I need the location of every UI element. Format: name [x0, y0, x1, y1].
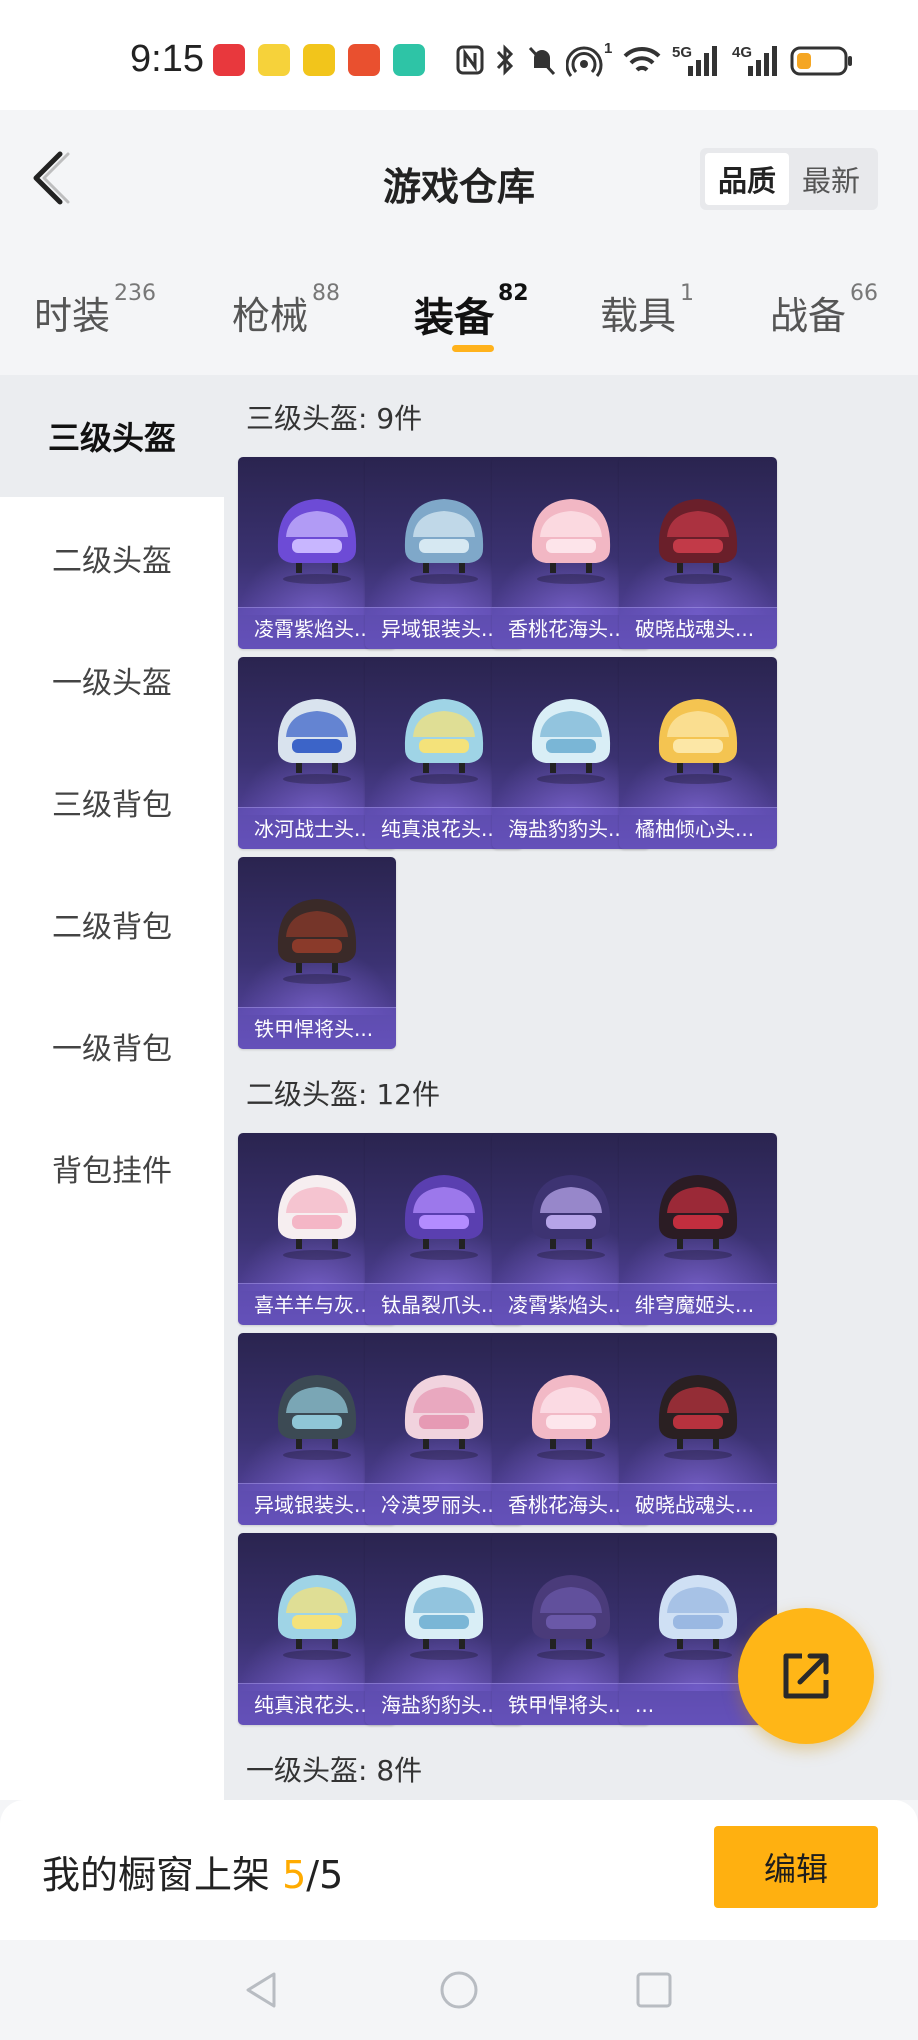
showcase-label: 我的橱窗上架	[42, 1853, 271, 1897]
helmet-icon	[658, 699, 738, 784]
helmet-icon	[531, 1175, 611, 1260]
edit-button[interactable]: 编辑	[714, 1826, 878, 1908]
helmet-icon	[277, 1175, 357, 1260]
system-nav-bar	[0, 1940, 918, 2040]
nav-back-icon[interactable]	[240, 1968, 284, 2012]
sidebar-item-level3-helmet[interactable]: 三级头盔	[0, 375, 224, 497]
helmet-icon	[277, 899, 357, 984]
tab-label: 时装	[34, 294, 111, 338]
signal-4g-icon	[748, 46, 777, 76]
section-title: 三级头盔: 9件	[246, 402, 423, 435]
battery-icon	[790, 46, 852, 76]
category-tabs: 时装236 枪械88 装备82 载具1 战备66	[0, 245, 918, 375]
item-card[interactable]: 橘柚倾心头...	[619, 657, 777, 849]
item-card[interactable]: 铁甲悍将头...	[238, 857, 396, 1049]
status-time: 9:15	[130, 38, 204, 80]
sidebar-item-level3-backpack[interactable]: 三级背包	[0, 741, 224, 863]
helmet-icon	[404, 1575, 484, 1660]
helmet-icon	[277, 1375, 357, 1460]
nav-recents-icon[interactable]	[632, 1968, 676, 2012]
hotspot-icon	[566, 46, 603, 77]
item-name: 破晓战魂头...	[619, 607, 777, 649]
helmet-icon	[404, 1175, 484, 1260]
tab-combat-gear[interactable]: 战备66	[770, 281, 878, 345]
nfc-icon	[456, 45, 484, 75]
helmet-icon	[531, 1375, 611, 1460]
helmet-icon	[277, 1575, 357, 1660]
sidebar-item-level2-helmet[interactable]: 二级头盔	[0, 497, 224, 619]
tab-count: 66	[850, 281, 879, 306]
active-tab-indicator	[452, 345, 494, 352]
item-name: 铁甲悍将头...	[238, 1007, 396, 1049]
item-card[interactable]: 绯穹魔姬头...	[619, 1133, 777, 1325]
tab-count: 88	[312, 281, 341, 306]
item-card[interactable]: 破晓战魂头...	[619, 1333, 777, 1525]
sidebar-item-level2-backpack[interactable]: 二级背包	[0, 863, 224, 985]
helmet-icon	[531, 699, 611, 784]
tab-count: 236	[114, 281, 157, 306]
tab-label: 载具	[600, 294, 677, 338]
showcase-total-count: /5	[306, 1853, 344, 1897]
showcase-bar: 我的橱窗上架 5/5 编辑	[0, 1800, 918, 1940]
item-name: 橘柚倾心头...	[619, 807, 777, 849]
showcase-status: 我的橱窗上架 5/5	[42, 1844, 343, 1899]
helmet-icon	[658, 499, 738, 584]
mute-bell-icon	[528, 46, 556, 76]
huawei-app-icon	[213, 44, 245, 76]
showcase-current-count: 5	[282, 1853, 307, 1897]
hotspot-count: 1	[604, 40, 613, 57]
red-app-icon	[348, 44, 380, 76]
item-name: 破晓战魂头...	[619, 1483, 777, 1525]
tab-label: 枪械	[232, 294, 309, 338]
shield-app-icon	[393, 44, 425, 76]
tab-fashion[interactable]: 时装236	[34, 281, 156, 345]
helmet-icon	[658, 1175, 738, 1260]
helmet-icon	[531, 499, 611, 584]
nav-home-icon[interactable]	[437, 1968, 481, 2012]
tab-count: 82	[498, 281, 529, 306]
signal-5g-icon	[688, 46, 717, 76]
helmet-icon	[658, 1375, 738, 1460]
bluetooth-icon	[496, 44, 514, 76]
header: 游戏仓库 品质 最新	[0, 110, 918, 245]
status-bar: 9:15 1 5G 4G	[0, 0, 918, 110]
tab-label: 战备	[770, 294, 847, 338]
helmet-icon	[531, 1575, 611, 1660]
sidebar: 三级头盔 二级头盔 一级头盔 三级背包 二级背包 一级背包 背包挂件	[0, 375, 224, 1800]
sort-toggle: 品质 最新	[700, 148, 878, 210]
helmet-icon	[404, 1375, 484, 1460]
yellow-app-icon	[303, 44, 335, 76]
helmet-icon	[658, 1575, 738, 1660]
section-title: 二级头盔: 12件	[246, 1078, 440, 1111]
tab-equipment[interactable]: 装备82	[414, 281, 529, 345]
item-card[interactable]: 破晓战魂头...	[619, 457, 777, 649]
sort-option-newest[interactable]: 最新	[789, 153, 873, 205]
helmet-icon	[277, 699, 357, 784]
item-grid-area: 三级头盔: 9件 凌霄紫焰头... 异域银装头... 香桃花海头... 破晓战魂头..…	[224, 375, 918, 1800]
share-fab-button[interactable]	[738, 1608, 874, 1744]
sidebar-item-level1-helmet[interactable]: 一级头盔	[0, 619, 224, 741]
tab-label: 装备	[414, 295, 494, 341]
helmet-icon	[404, 499, 484, 584]
section-title: 一级头盔: 8件	[246, 1754, 423, 1787]
item-name: 绯穹魔姬头...	[619, 1283, 777, 1325]
helmet-icon	[277, 499, 357, 584]
sidebar-item-backpack-charm[interactable]: 背包挂件	[0, 1107, 224, 1229]
wifi-icon	[623, 46, 661, 72]
tab-weapons[interactable]: 枪械88	[232, 281, 340, 345]
helmet-icon	[404, 699, 484, 784]
sidebar-item-level1-backpack[interactable]: 一级背包	[0, 985, 224, 1107]
sort-option-quality[interactable]: 品质	[705, 153, 789, 205]
share-external-icon	[783, 1653, 829, 1699]
tab-vehicles[interactable]: 载具1	[600, 281, 694, 345]
tab-count: 1	[680, 281, 695, 306]
game-app-icon	[258, 44, 290, 76]
